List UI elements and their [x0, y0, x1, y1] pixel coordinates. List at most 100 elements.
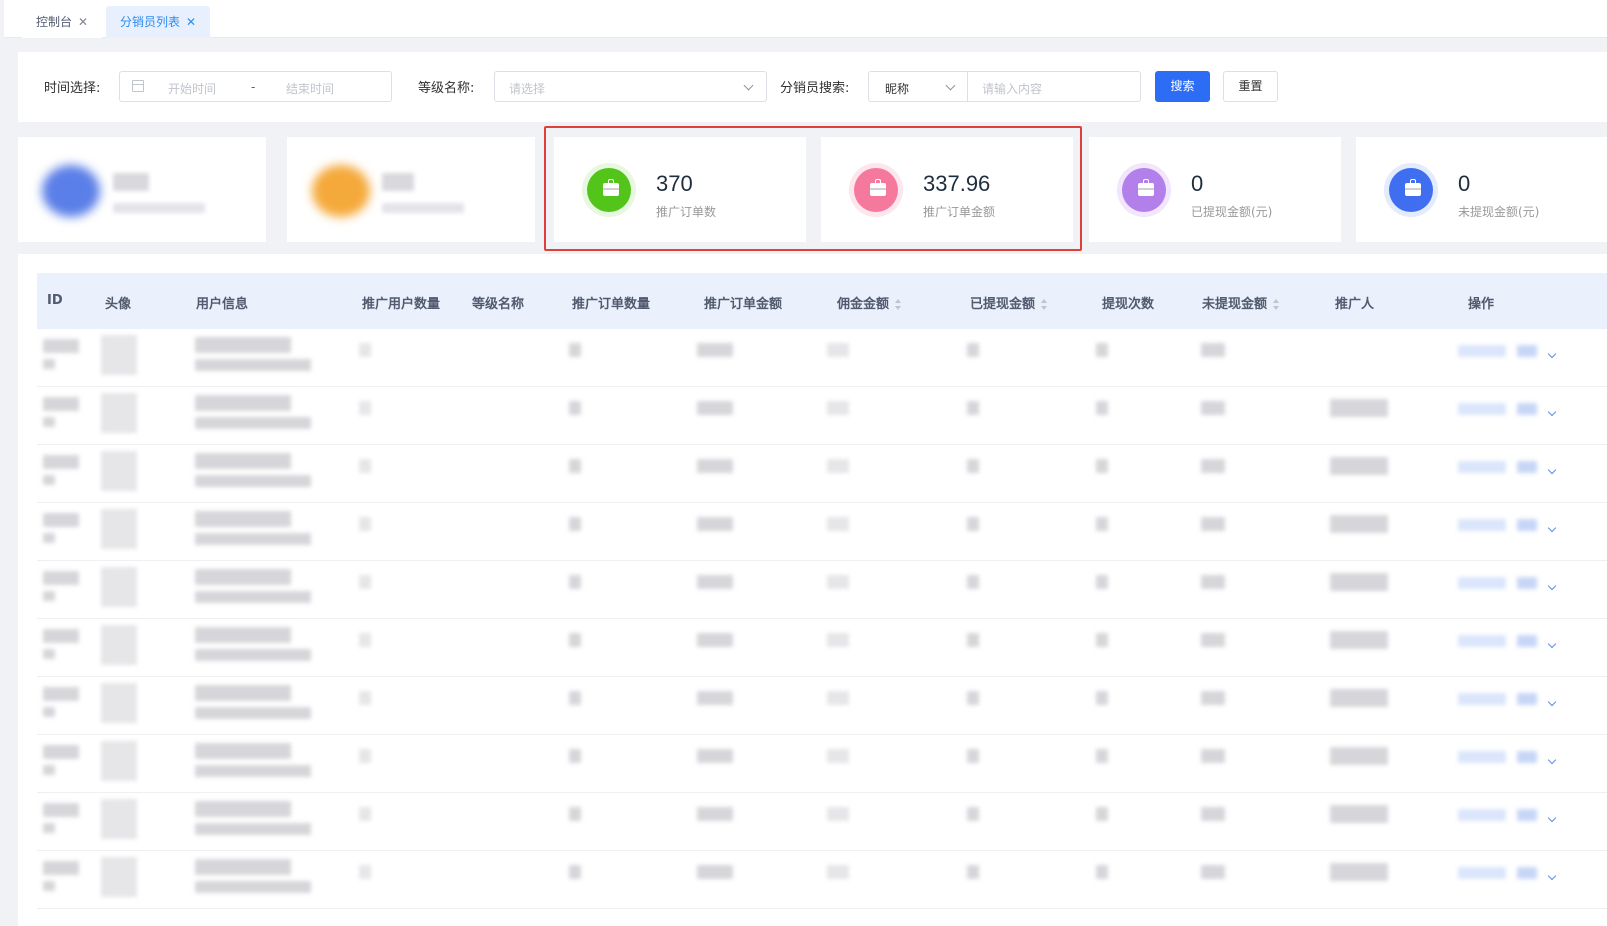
chevron-down-icon[interactable] [1547, 813, 1557, 823]
blurred-cell [1201, 865, 1225, 879]
blurred-user-info [195, 475, 311, 487]
blurred-user-info [195, 649, 311, 661]
table-row [37, 735, 1607, 793]
blurred-cell [967, 575, 979, 589]
blurred-cell [1096, 807, 1108, 821]
column-header: 推广订单数量 [572, 297, 651, 312]
blurred-cell [1201, 517, 1225, 531]
blurred-id [43, 397, 79, 411]
blurred-id [43, 861, 79, 875]
blurred-cell [697, 517, 733, 531]
blurred-cell [967, 807, 979, 821]
blurred-cell [827, 343, 849, 357]
table-row [37, 793, 1607, 851]
blurred-action [1458, 461, 1506, 473]
blurred-action [1517, 635, 1537, 647]
blurred-user-info [195, 395, 291, 411]
blurred-referrer [1330, 747, 1388, 765]
blurred-action [1517, 519, 1537, 531]
blurred-user-info [195, 685, 291, 701]
tab-distributor-list-label: 分销员列表 [120, 15, 181, 29]
blurred-cell [827, 575, 849, 589]
stat-label: 未提现金额(元) [1458, 205, 1540, 219]
blurred-cell [1096, 343, 1108, 357]
briefcase-icon [870, 179, 886, 196]
blurred-cell [569, 865, 581, 879]
sortable-column-header[interactable]: 佣金金额 [837, 293, 902, 312]
stat-card-promo-amount: 337.96 推广订单金额 [821, 137, 1073, 242]
blurred-cell [967, 401, 979, 415]
chevron-down-icon[interactable] [1547, 523, 1557, 533]
blurred-cell [1201, 401, 1225, 415]
blurred-cell [359, 749, 371, 763]
blurred-cell [1201, 749, 1225, 763]
end-date-input[interactable]: 结束时间 [286, 80, 334, 97]
search-input[interactable]: 请输入内容 [967, 71, 1141, 102]
blurred-id [43, 629, 79, 643]
blurred-user-info [195, 569, 291, 585]
date-range-picker[interactable]: 开始时间 - 结束时间 [119, 71, 392, 102]
blurred-action [1458, 519, 1506, 531]
blurred-user-info [195, 453, 291, 469]
blurred-action [1517, 809, 1537, 821]
column-header-label: 佣金金额 [837, 297, 890, 312]
chevron-down-icon[interactable] [1547, 755, 1557, 765]
start-date-input[interactable]: 开始时间 [168, 80, 216, 97]
blurred-referrer [1330, 805, 1388, 823]
blurred-action [1517, 345, 1537, 357]
chevron-down-icon[interactable] [1547, 465, 1557, 475]
column-header: ID [47, 293, 63, 308]
blurred-cell [697, 807, 733, 821]
sort-icon[interactable] [895, 298, 902, 311]
reset-button[interactable]: 重置 [1223, 71, 1278, 102]
search-button[interactable]: 搜索 [1155, 71, 1210, 102]
chevron-down-icon[interactable] [1547, 697, 1557, 707]
blurred-cell [827, 749, 849, 763]
blurred-avatar [101, 857, 137, 897]
close-icon[interactable]: ✕ [78, 15, 88, 29]
stat-card-blurred-1 [18, 137, 266, 242]
column-header: 提现次数 [1102, 297, 1155, 312]
blurred-user-info [195, 823, 311, 835]
chevron-down-icon[interactable] [1547, 639, 1557, 649]
blurred-cell [697, 633, 733, 647]
blurred-user-info [195, 627, 291, 643]
blurred-id [43, 649, 55, 659]
chevron-down-icon[interactable] [1547, 407, 1557, 417]
blurred-cell [697, 401, 733, 415]
blurred-id [43, 475, 55, 485]
blurred-cell [569, 517, 581, 531]
blurred-icon [312, 165, 370, 217]
level-select[interactable]: 请选择 [494, 71, 767, 102]
blurred-cell [827, 517, 849, 531]
blurred-cell [697, 459, 733, 473]
tab-dashboard[interactable]: 控制台 ✕ [22, 6, 103, 38]
blurred-cell [359, 633, 371, 647]
blurred-user-info [195, 417, 311, 429]
blurred-label [382, 203, 464, 213]
chevron-down-icon[interactable] [1547, 349, 1557, 359]
blurred-id [43, 687, 79, 701]
blurred-cell [967, 517, 979, 531]
search-type-select[interactable]: 昵称 [868, 71, 968, 102]
close-icon[interactable]: ✕ [186, 15, 196, 29]
sortable-column-header[interactable]: 未提现金额 [1202, 293, 1280, 312]
tab-distributor-list[interactable]: 分销员列表 ✕ [106, 6, 211, 38]
blurred-user-info [195, 511, 291, 527]
table-row [37, 445, 1607, 503]
table-row [37, 851, 1607, 909]
chevron-down-icon[interactable] [1547, 581, 1557, 591]
table-row [37, 503, 1607, 561]
blurred-cell [569, 691, 581, 705]
sortable-column-header[interactable]: 已提现金额 [970, 293, 1048, 312]
chevron-down-icon[interactable] [1547, 871, 1557, 881]
stat-value: 0 [1458, 171, 1471, 196]
blurred-cell [827, 633, 849, 647]
blurred-user-info [195, 881, 311, 893]
blurred-cell [1201, 459, 1225, 473]
blurred-cell [1201, 691, 1225, 705]
blurred-cell [1096, 865, 1108, 879]
sort-icon[interactable] [1041, 298, 1048, 311]
stat-label: 推广订单数 [656, 205, 717, 219]
sort-icon[interactable] [1273, 298, 1280, 311]
